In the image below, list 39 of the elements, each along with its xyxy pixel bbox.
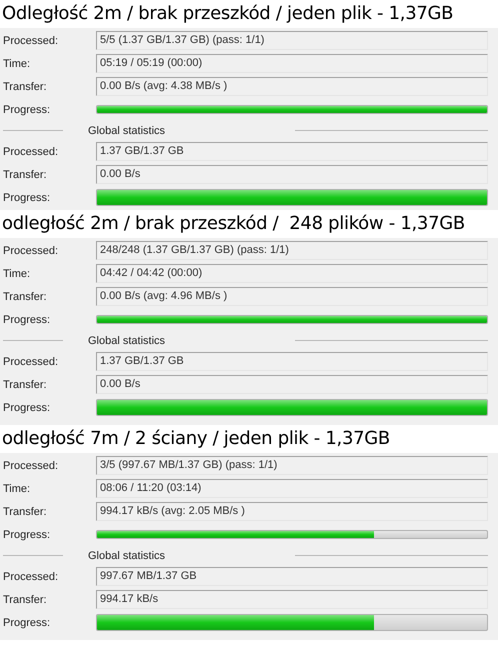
field-label: Transfer: xyxy=(3,80,48,92)
group-heading: Global statistics xyxy=(88,124,166,136)
field-label: Progress: xyxy=(3,314,52,326)
field-label: Processed: xyxy=(3,146,60,158)
value-field: 997.67 MB/1.37 GB xyxy=(96,567,488,586)
value-field: 0.00 B/s (avg: 4.96 MB/s ) xyxy=(96,287,488,306)
value-field: 994.17 kB/s xyxy=(96,590,488,609)
value-field: 5/5 (1.37 GB/1.37 GB) (pass: 1/1) xyxy=(96,31,488,50)
value-field: 05:19 / 05:19 (00:00) xyxy=(96,54,488,73)
value-field: 0.00 B/s (avg: 4.38 MB/s ) xyxy=(96,77,488,96)
field-label: Transfer: xyxy=(3,290,48,302)
value-field: 3/5 (997.67 MB/1.37 GB) (pass: 1/1) xyxy=(96,456,488,475)
field-label: Processed: xyxy=(3,244,60,256)
group-heading: Global statistics xyxy=(88,334,166,346)
value-field: 1.37 GB/1.37 GB xyxy=(96,352,488,371)
field-label: Time: xyxy=(3,58,32,70)
field-label: Time: xyxy=(3,268,32,280)
value-field: 04:42 / 04:42 (00:00) xyxy=(96,264,488,283)
value-field: 0.00 B/s xyxy=(96,375,488,394)
field-label: Transfer: xyxy=(3,378,48,390)
field-label: Time: xyxy=(3,482,32,494)
field-label: Progress: xyxy=(3,402,52,414)
field-label: Progress: xyxy=(3,104,52,116)
value-field: 0.00 B/s xyxy=(96,165,488,184)
field-label: Processed: xyxy=(3,460,60,472)
field-label: Progress: xyxy=(3,528,52,540)
value-field: 1.37 GB/1.37 GB xyxy=(96,142,488,161)
field-label: Progress: xyxy=(3,192,52,204)
field-label: Processed: xyxy=(3,34,60,46)
value-field: 248/248 (1.37 GB/1.37 GB) (pass: 1/1) xyxy=(96,241,488,260)
value-field: 994.17 kB/s (avg: 2.05 MB/s ) xyxy=(96,502,488,521)
field-label: Transfer: xyxy=(3,594,48,606)
field-label: Transfer: xyxy=(3,506,48,518)
field-label: Processed: xyxy=(3,570,60,582)
field-label: Transfer: xyxy=(3,168,48,180)
value-field: 08:06 / 11:20 (03:14) xyxy=(96,479,488,498)
group-heading: Global statistics xyxy=(88,550,166,562)
field-label: Processed: xyxy=(3,356,60,368)
field-label: Progress: xyxy=(3,616,52,628)
